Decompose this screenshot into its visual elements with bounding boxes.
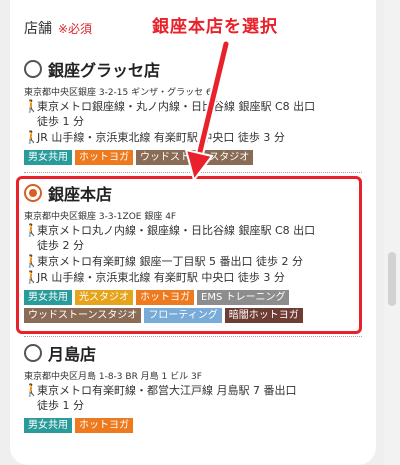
store-section-label: 店舗 <box>24 21 52 37</box>
access-text: 東京メトロ丸ノ内線・銀座線・日比谷線 銀座駅 C8 出口 徒歩 2 分 <box>37 224 316 252</box>
radio-button[interactable] <box>24 344 42 362</box>
tag-unisex: 男女共用 <box>24 150 72 165</box>
store-selection-panel: 店舗 ※必須 銀座グラッセ店 東京都中央区銀座 3-2-15 ギンザ・グラッセ 6… <box>10 0 376 465</box>
tag-unisex: 男女共用 <box>24 290 72 305</box>
store-tags: 男女共用 光スタジオ ホットヨガ EMS トレーニング ウッドストーンスタジオ … <box>24 290 362 323</box>
required-marker: ※必須 <box>58 22 93 36</box>
store-address: 東京都中央区銀座 3-3-1ZOE 銀座 4F <box>24 212 177 222</box>
store-name[interactable]: 銀座本店 <box>48 181 112 205</box>
store-option-ginza-main[interactable]: 銀座本店 東京都中央区銀座 3-3-1ZOE 銀座 4F 🚶 東京メトロ丸ノ内線… <box>24 180 362 323</box>
access-info: 🚶 東京メトロ有楽町線・都営大江戸線 月島駅 7 番出口 徒歩 1 分 <box>24 383 362 413</box>
store-name-row[interactable]: 銀座本店 <box>24 180 362 206</box>
tag-hot-yoga: ホットヨガ <box>75 150 133 165</box>
store-tags: 男女共用 ホットヨガ ウッドストーンスタジオ <box>24 150 362 165</box>
tag-woodstone-studio: ウッドストーンスタジオ <box>24 308 142 323</box>
radio-button-selected[interactable] <box>24 184 42 202</box>
person-walking-icon: 🚶 <box>24 270 39 284</box>
tag-dark-hot-yoga: 暗闇ホットヨガ <box>224 308 303 323</box>
store-tags: 男女共用 ホットヨガ <box>24 418 362 433</box>
tag-ems-training: EMS トレーニング <box>197 290 290 305</box>
store-address: 東京都中央区銀座 3-2-15 ギンザ・グラッセ 6F <box>24 88 217 98</box>
access-info: 🚶 東京メトロ銀座線・丸ノ内線・日比谷線 銀座駅 C8 出口 徒歩 1 分 <box>24 99 362 129</box>
tag-woodstone-studio: ウッドストーンスタジオ <box>136 150 254 165</box>
scrollbar-thumb[interactable] <box>388 252 396 306</box>
radio-button[interactable] <box>24 60 42 78</box>
store-option-ginza-glasse[interactable]: 銀座グラッセ店 東京都中央区銀座 3-2-15 ギンザ・グラッセ 6F 🚶 東京… <box>24 56 362 165</box>
store-option-tsukishima[interactable]: 月島店 東京都中央区月島 1-8-3 BR 月島 1 ビル 3F 🚶 東京メトロ… <box>24 340 362 433</box>
access-text: JR 山手線・京浜東北線 有楽町駅 中央口 徒歩 3 分 <box>37 271 285 284</box>
person-walking-icon: 🚶 <box>24 383 39 397</box>
access-info: 🚶 JR 山手線・京浜東北線 有楽町駅 中央口 徒歩 3 分 <box>24 270 362 285</box>
store-address: 東京都中央区月島 1-8-3 BR 月島 1 ビル 3F <box>24 372 202 382</box>
store-name[interactable]: 銀座グラッセ店 <box>48 57 160 81</box>
tag-floating: フローティング <box>144 308 222 323</box>
access-text: 東京メトロ銀座線・丸ノ内線・日比谷線 銀座駅 C8 出口 徒歩 1 分 <box>37 100 316 128</box>
store-section-header: 店舗 ※必須 <box>24 18 92 40</box>
person-walking-icon: 🚶 <box>24 254 39 268</box>
access-text: JR 山手線・京浜東北線 有楽町駅 中央口 徒歩 3 分 <box>37 131 285 144</box>
person-walking-icon: 🚶 <box>24 223 39 237</box>
store-name[interactable]: 月島店 <box>48 341 96 365</box>
access-text: 東京メトロ有楽町線・都営大江戸線 月島駅 7 番出口 徒歩 1 分 <box>37 384 297 412</box>
tag-hot-yoga: ホットヨガ <box>136 290 194 305</box>
person-walking-icon: 🚶 <box>24 99 39 113</box>
tag-unisex: 男女共用 <box>24 418 72 433</box>
access-text: 東京メトロ有楽町線 銀座一丁目駅 5 番出口 徒歩 2 分 <box>37 255 303 268</box>
access-info: 🚶 東京メトロ有楽町線 銀座一丁目駅 5 番出口 徒歩 2 分 <box>24 254 362 269</box>
store-divider <box>24 336 362 337</box>
access-info: 🚶 東京メトロ丸ノ内線・銀座線・日比谷線 銀座駅 C8 出口 徒歩 2 分 <box>24 223 362 253</box>
access-info: 🚶 JR 山手線・京浜東北線 有楽町駅 中央口 徒歩 3 分 <box>24 130 362 145</box>
store-name-row[interactable]: 月島店 <box>24 340 362 366</box>
tag-light-studio: 光スタジオ <box>75 290 133 305</box>
store-name-row[interactable]: 銀座グラッセ店 <box>24 56 362 82</box>
person-walking-icon: 🚶 <box>24 130 39 144</box>
tag-hot-yoga: ホットヨガ <box>75 418 133 433</box>
store-divider <box>24 172 362 173</box>
page-scrollbar[interactable] <box>384 0 400 465</box>
annotation-callout: 銀座本店を選択 <box>152 17 278 37</box>
